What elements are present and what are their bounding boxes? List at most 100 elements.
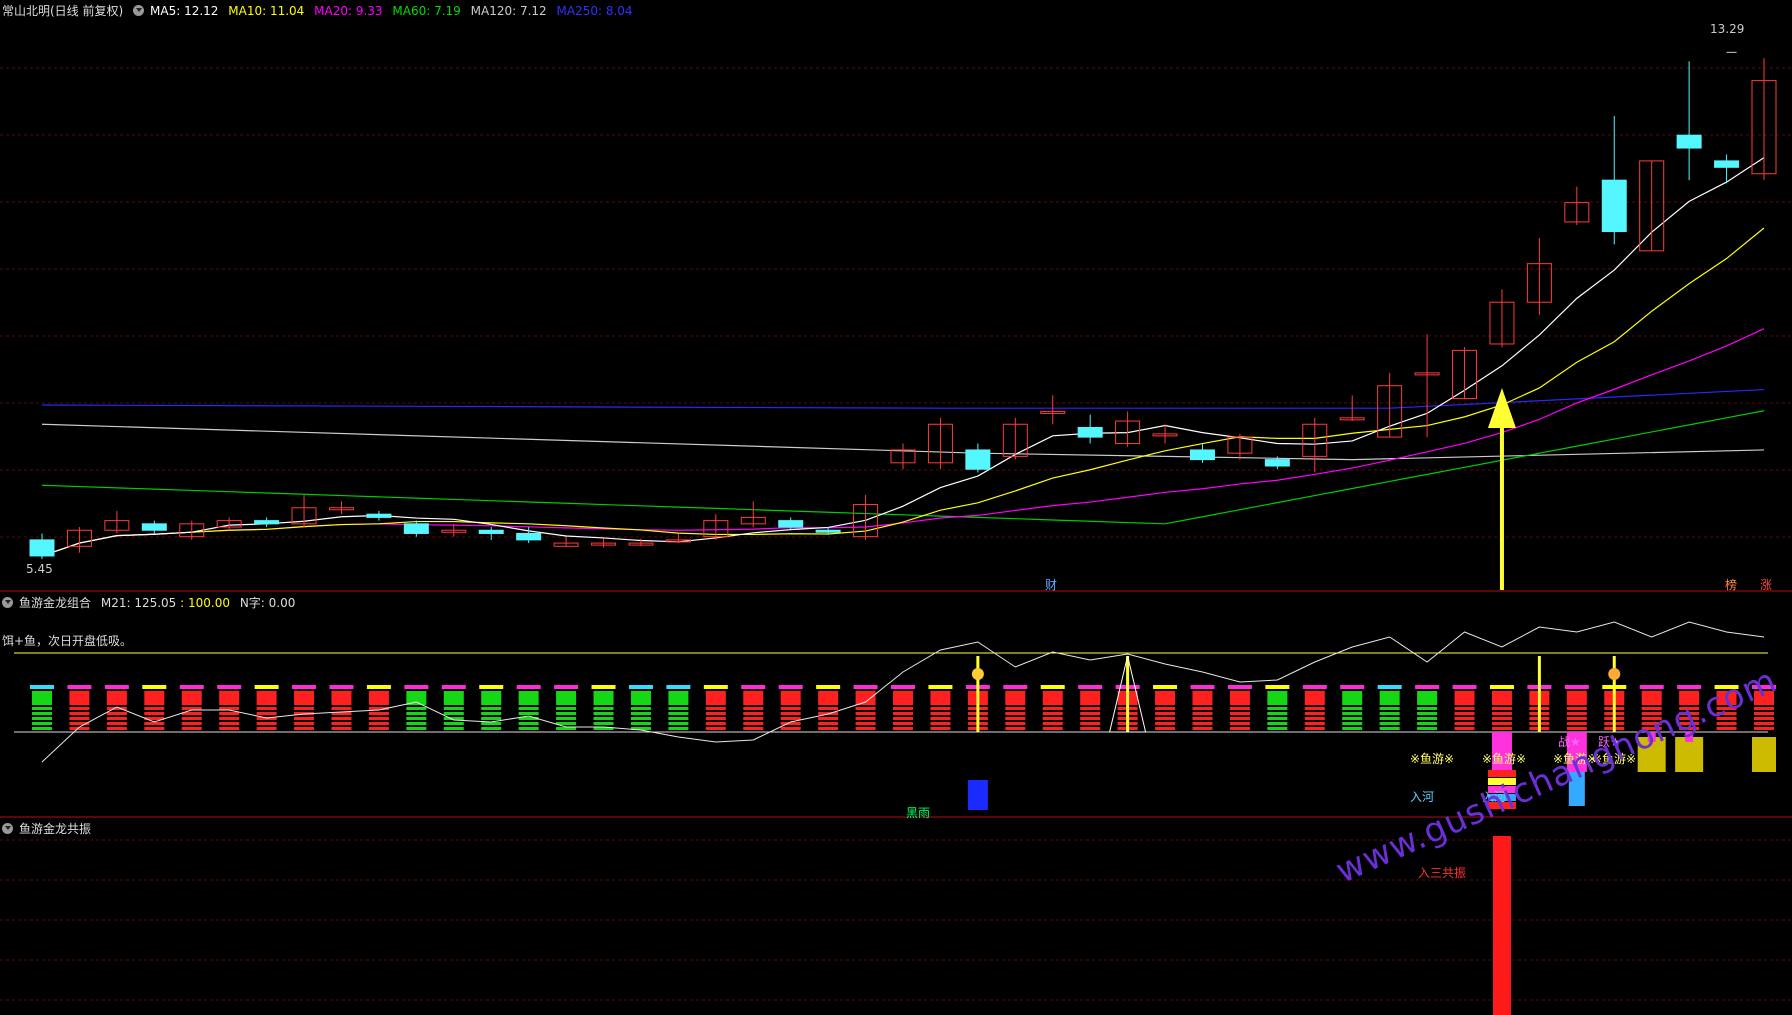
candle-body <box>403 523 429 534</box>
bar-stripe <box>256 712 277 715</box>
bar-stripe <box>668 727 689 730</box>
bar-stripe <box>668 712 689 715</box>
bar-stripe <box>443 707 464 710</box>
bar-stripe <box>443 727 464 730</box>
bar-stripe <box>930 712 951 715</box>
bar-stripe <box>1080 712 1101 715</box>
low-price-label: 5.45 <box>26 562 53 576</box>
bar-block <box>1417 691 1438 705</box>
bar-cap <box>1377 685 1402 689</box>
bar-stripe <box>1417 712 1438 715</box>
bar-stripe <box>1417 707 1438 710</box>
bar-stripe <box>1491 722 1512 725</box>
bar-stripe <box>818 727 839 730</box>
bar-stripe <box>1267 727 1288 730</box>
yu-you-label-2: ※鱼游※ <box>1482 752 1527 766</box>
bar-block <box>1192 691 1213 705</box>
candle-body <box>1264 459 1290 467</box>
bar-stripe <box>368 727 389 730</box>
bar-block <box>1304 691 1325 705</box>
bar-stripe <box>1042 727 1063 730</box>
bar-stripe <box>331 727 352 730</box>
bar-cap <box>254 685 279 689</box>
bar-cap <box>1340 685 1365 689</box>
candle-body <box>254 520 280 525</box>
bar-block <box>144 691 165 705</box>
bar-stripe <box>705 707 726 710</box>
bar-stripe <box>1304 712 1325 715</box>
bar-block <box>1641 691 1662 705</box>
bar-block <box>443 691 464 705</box>
bar-stripe <box>406 717 427 720</box>
bar-stripe <box>181 727 202 730</box>
bar-stripe <box>668 707 689 710</box>
bar-stripe <box>893 712 913 715</box>
bar-stripe <box>1304 722 1325 725</box>
bar-block <box>705 691 726 705</box>
bar-stripe <box>1379 717 1400 720</box>
bar-stripe <box>144 712 165 715</box>
dropdown-icon[interactable] <box>133 5 145 16</box>
bar-cap <box>479 685 504 689</box>
main-chart-panel[interactable]: 常山北明(日线 前复权) MA5: 12.12 MA10: 11.04 MA20… <box>0 0 1792 592</box>
bar-stripe <box>406 727 427 730</box>
bar-stripe <box>593 707 614 710</box>
bar-stripe <box>705 717 726 720</box>
bar-stripe <box>219 712 240 715</box>
bar-stripe <box>1754 717 1774 720</box>
bar-stripe <box>855 727 876 730</box>
resonance-label: 入三共振 <box>1418 866 1467 880</box>
stock-title: 常山北明(日线 前复权) <box>2 4 124 18</box>
ma10-label: MA10: 11.04 <box>228 4 305 18</box>
bar-stripe <box>144 727 165 730</box>
bar-stripe <box>818 707 839 710</box>
bar-stripe <box>32 717 52 720</box>
bar-cap <box>142 685 167 689</box>
bar-cap <box>703 685 728 689</box>
bar-stripe <box>331 707 352 710</box>
bar-stripe <box>1342 712 1363 715</box>
bar-stripe <box>593 712 614 715</box>
bar-stripe <box>1454 722 1475 725</box>
indicator-2-chart <box>0 836 1792 1015</box>
bar-cap <box>1677 685 1702 689</box>
bar-cap <box>1190 685 1215 689</box>
event-marker-cai[interactable]: 财 <box>1045 576 1057 593</box>
bar-stripe <box>69 717 90 720</box>
bar-stripe <box>1042 717 1063 720</box>
event-marker-zhang[interactable]: 涨 <box>1760 576 1772 593</box>
yu-you-label-1: ※鱼游※ <box>1410 752 1455 766</box>
bar-stripe <box>630 707 651 710</box>
bar-stripe <box>518 722 539 725</box>
bar-stripe <box>69 707 90 710</box>
bar-cap <box>1227 685 1252 689</box>
event-marker-bang[interactable]: 榜 <box>1725 576 1737 593</box>
indicator-panel-2[interactable]: 鱼游金龙共振 入三共振 <box>0 818 1792 1015</box>
bar-block <box>743 691 764 705</box>
bar-stripe <box>368 722 389 725</box>
bar-cap <box>329 685 354 689</box>
bar-stripe <box>743 707 764 710</box>
dropdown-icon[interactable] <box>2 823 13 834</box>
bar-stripe <box>556 717 577 720</box>
ma5-label: MA5: 12.12 <box>150 4 219 18</box>
bar-cap <box>30 685 54 689</box>
bar-stripe <box>930 717 951 720</box>
bar-stripe <box>1080 727 1101 730</box>
ma20-label: MA20: 9.33 <box>314 4 383 18</box>
bar-stripe <box>1005 712 1026 715</box>
bar-stripe <box>32 727 52 730</box>
bar-stripe <box>32 707 52 710</box>
candle-body <box>1676 134 1702 149</box>
bar-stripe <box>294 707 315 710</box>
bar-stripe <box>481 717 502 720</box>
hei-yu-bar <box>967 780 988 810</box>
dropdown-icon[interactable] <box>2 597 13 608</box>
bar-stripe <box>1155 722 1176 725</box>
bar-stripe <box>1417 722 1438 725</box>
bar-stripe <box>518 712 539 715</box>
candlestick-chart[interactable] <box>0 0 1792 592</box>
bar-stripe <box>780 712 801 715</box>
bar-cap <box>1040 685 1065 689</box>
bar-block <box>219 691 240 705</box>
